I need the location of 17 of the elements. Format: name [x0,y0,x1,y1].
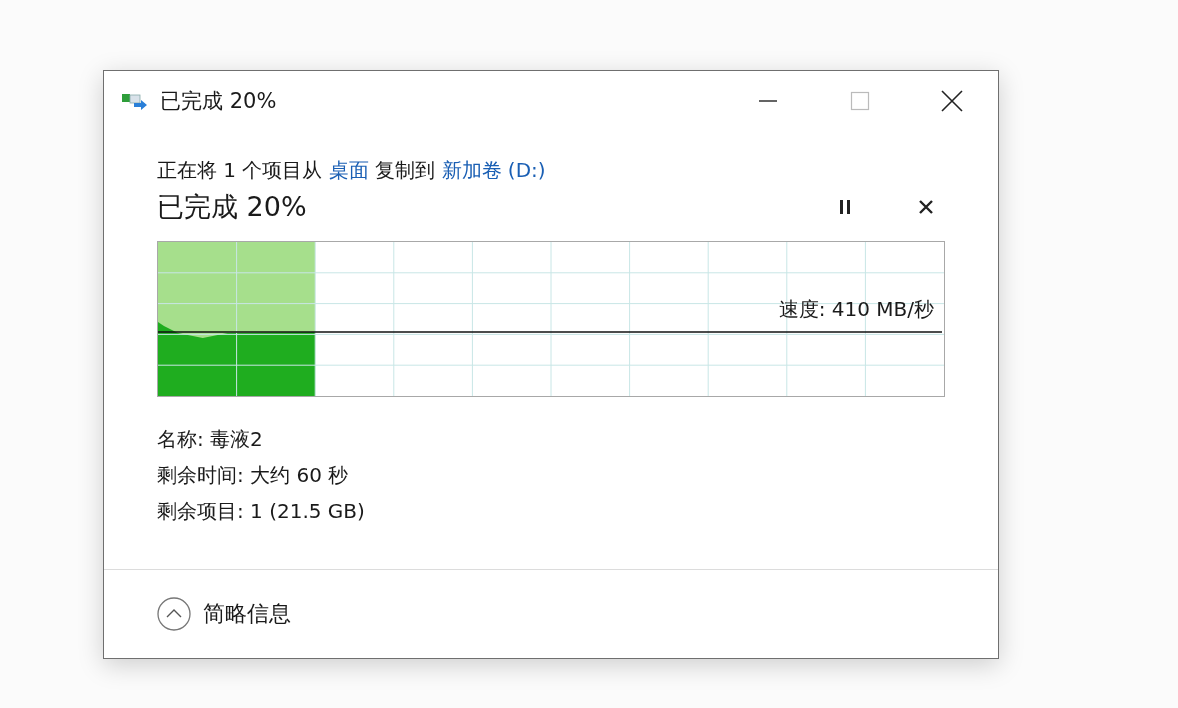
detail-text: 名称: 毒液2 [157,426,264,453]
close-icon [918,199,934,215]
detail-text: 剩余项目: 1 (21.5 GB) [157,498,366,525]
progress-heading: 已完成 20% [157,190,307,224]
maximize-icon [850,91,870,111]
detail-text: 剩余时间: 大约 60 秒 [157,462,350,489]
details-toggle-button[interactable]: 简略信息 [157,597,291,631]
copy-icon [122,92,148,110]
pause-icon [838,199,852,215]
speed-label: 速度: 410 MB/秒 [778,296,934,323]
minimize-icon [758,100,778,102]
destination-link[interactable]: 新加卷 (D:) [441,158,546,182]
copy-description: 正在将 1 个项目从 桌面 复制到 新加卷 (D:) [157,157,547,184]
close-icon [941,90,963,112]
window-title: 已完成 20% [160,88,277,115]
source-link[interactable]: 桌面 [328,158,369,182]
chevron-icon [157,597,191,631]
